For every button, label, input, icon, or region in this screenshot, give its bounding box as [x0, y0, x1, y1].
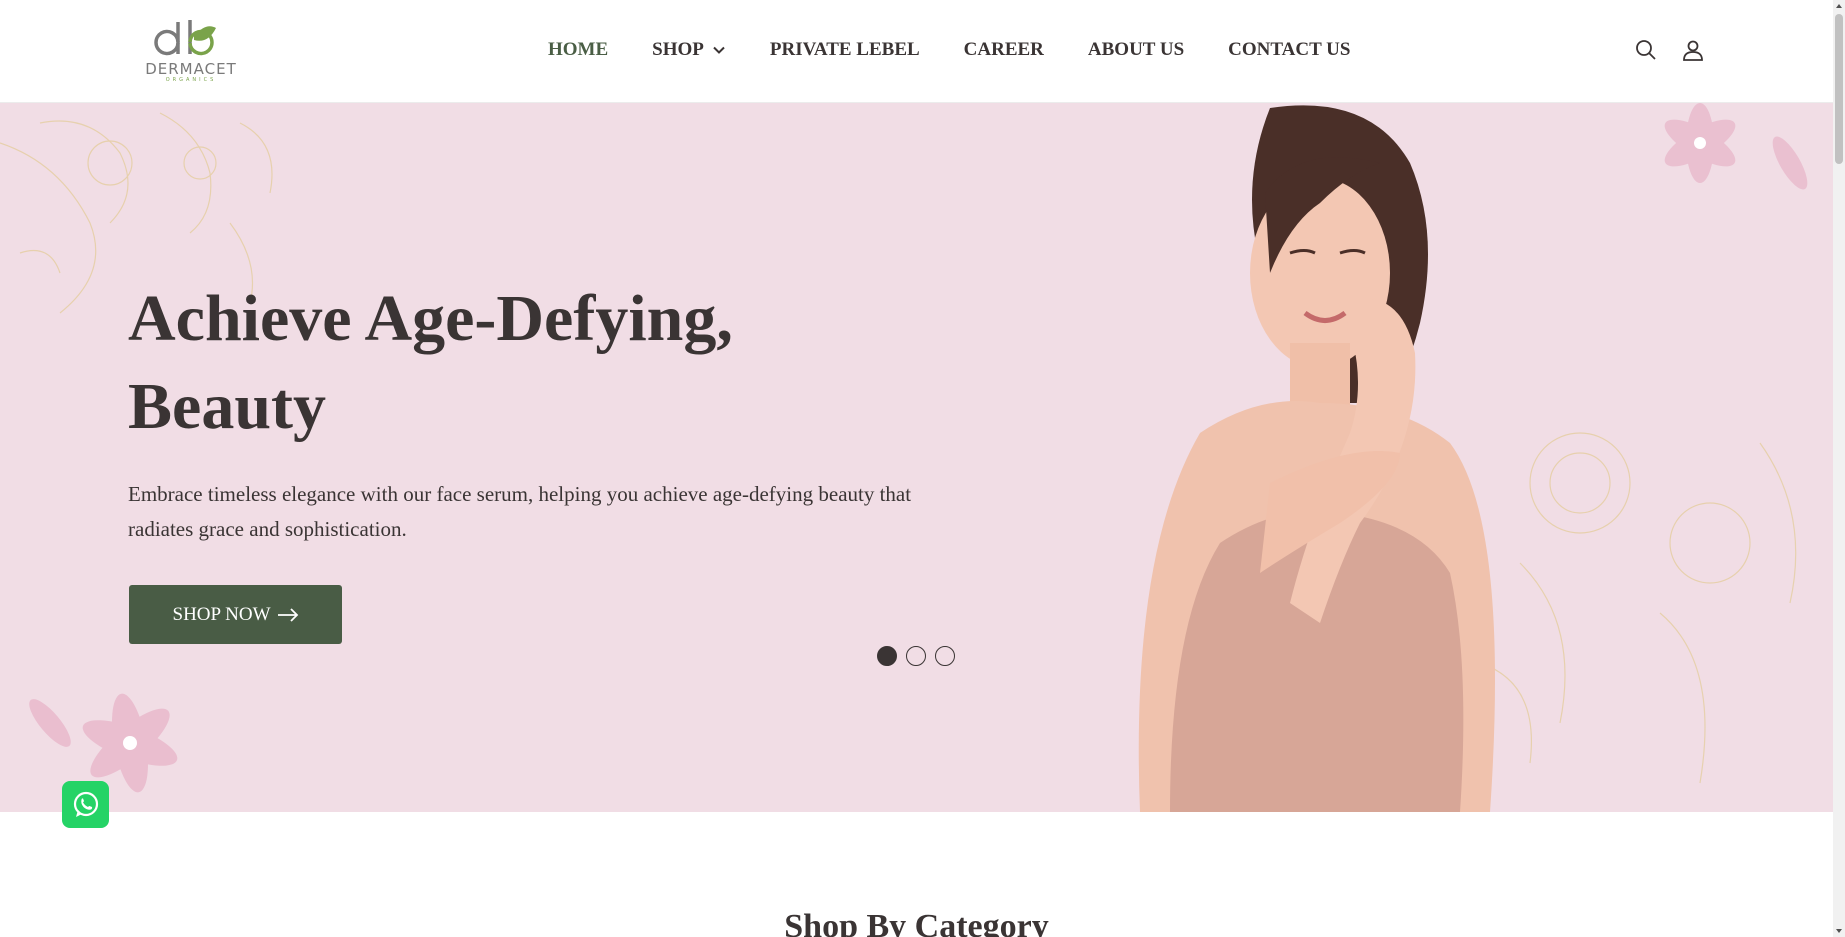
hero-description: Embrace timeless elegance with our face …	[128, 482, 912, 541]
whatsapp-button[interactable]	[62, 781, 109, 828]
nav-home-label: HOME	[548, 39, 609, 60]
scroll-down-icon[interactable]	[1835, 927, 1843, 935]
brand-name: DERMACET	[145, 60, 237, 78]
carousel-dot-1[interactable]	[877, 646, 897, 666]
shop-now-button[interactable]: SHOP NOW	[129, 585, 342, 644]
pink-flower-icon	[1664, 103, 1808, 190]
nav-home[interactable]: HOME	[548, 39, 608, 61]
scrollbar-thumb[interactable]	[1835, 14, 1843, 164]
model-image	[1138, 105, 1495, 812]
nav-shop-label: SHOP	[652, 39, 704, 60]
main-nav: HOME SHOP PRIVATE LEBEL CAREER ABOUT US …	[548, 38, 1394, 62]
scroll-up-icon[interactable]	[1835, 2, 1843, 10]
hero-title-line1: Achieve Age-Defying,	[128, 282, 733, 355]
user-icon[interactable]	[1681, 38, 1705, 62]
hero-banner: Achieve Age-Defying, Beauty Embrace time…	[0, 103, 1833, 812]
hero-title: Achieve Age-Defying, Beauty	[128, 275, 948, 451]
shop-now-label: SHOP NOW	[172, 603, 271, 625]
whatsapp-icon	[73, 791, 98, 817]
nav-career[interactable]: CAREER	[964, 39, 1044, 61]
nav-private-label-label: PRIVATE LEBEL	[769, 39, 920, 60]
carousel-dot-3[interactable]	[935, 646, 955, 666]
chevron-down-icon	[713, 46, 725, 54]
nav-private-label[interactable]: PRIVATE LEBEL	[770, 39, 920, 61]
section-title: Shop By Category	[784, 908, 1049, 937]
nav-contact-label: CONTACT US	[1228, 39, 1351, 60]
hero-title-line2: Beauty	[128, 370, 326, 443]
brand-subtitle: ORGANICS	[165, 77, 217, 83]
pink-flower-icon	[29, 693, 178, 793]
carousel-dot-2[interactable]	[906, 646, 926, 666]
nav-career-label: CAREER	[963, 39, 1044, 60]
nav-about[interactable]: ABOUT US	[1088, 39, 1184, 61]
nav-shop[interactable]: SHOP	[652, 39, 726, 61]
nav-contact[interactable]: CONTACT US	[1228, 39, 1350, 61]
page-scrollbar[interactable]	[1833, 0, 1845, 937]
site-header: DERMACET ORGANICS HOME SHOP PRIVATE LEBE…	[0, 0, 1833, 103]
brand-logo[interactable]: DERMACET ORGANICS	[128, 14, 254, 86]
carousel-dots	[877, 646, 964, 666]
logo-mark-icon	[154, 20, 216, 56]
nav-about-label: ABOUT US	[1087, 39, 1185, 60]
search-icon[interactable]	[1634, 38, 1658, 62]
arrow-right-icon	[277, 607, 298, 622]
